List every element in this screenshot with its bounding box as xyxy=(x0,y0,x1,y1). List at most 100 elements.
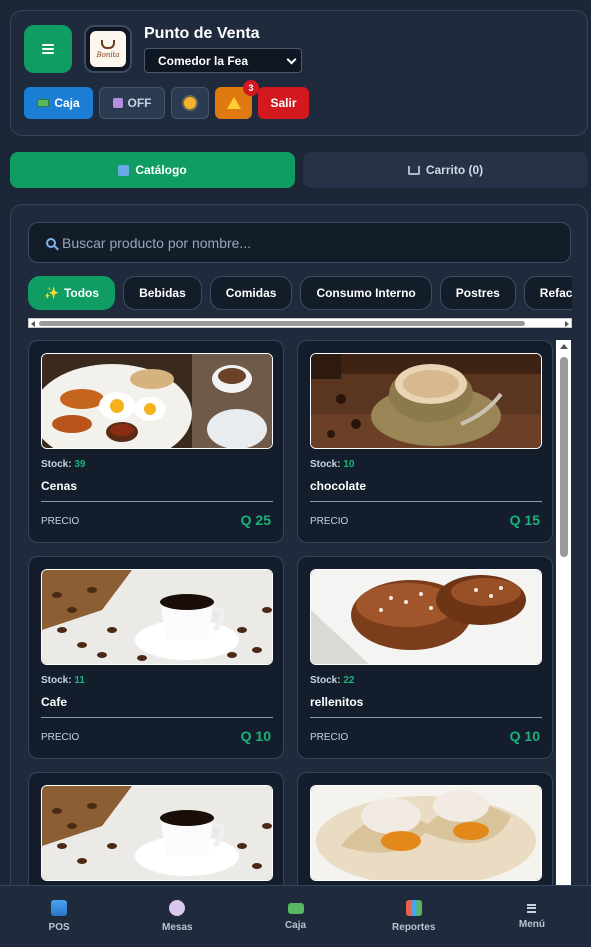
product-card[interactable]: Stock: 22 rellenitos PRECIO Q 10 xyxy=(297,556,553,759)
divider xyxy=(310,717,542,718)
product-name: Cafe xyxy=(41,695,68,709)
search-input[interactable] xyxy=(62,234,542,251)
search-box[interactable] xyxy=(28,222,571,263)
scroll-up-arrow-icon[interactable] xyxy=(560,344,568,349)
theme-toggle-button[interactable] xyxy=(171,87,209,119)
category-chip-label: Comidas xyxy=(225,286,277,300)
shopping-bag-icon xyxy=(51,900,68,916)
plate-icon xyxy=(169,900,186,916)
logout-button[interactable]: Salir xyxy=(258,87,309,119)
nav-item-caja[interactable]: Caja xyxy=(236,886,354,947)
product-card[interactable]: Stock: 39 Cenas PRECIO Q 25 xyxy=(28,340,284,543)
location-select[interactable]: Comedor la Fea xyxy=(144,48,302,73)
warning-icon xyxy=(226,97,241,109)
nav-item-reportes[interactable]: Reportes xyxy=(355,886,473,947)
nav-item-label: Reportes xyxy=(392,922,436,933)
product-price: Q 15 xyxy=(509,512,540,528)
shopping-bags-icon xyxy=(118,164,130,176)
divider xyxy=(41,717,273,718)
product-card[interactable] xyxy=(297,772,553,886)
hamburger-icon xyxy=(42,44,54,54)
nav-item-label: Menú xyxy=(518,918,545,930)
product-image xyxy=(41,569,273,665)
search-icon xyxy=(46,237,56,248)
tab-catalog-label: Catálogo xyxy=(135,163,187,177)
product-card[interactable]: Stock: 10 chocolate PRECIO Q 15 xyxy=(297,340,553,543)
hamburger-icon xyxy=(527,903,537,913)
price-label: PRECIO xyxy=(41,516,80,527)
product-image xyxy=(310,569,542,665)
nav-item-pos[interactable]: POS xyxy=(0,886,118,947)
tab-cart[interactable]: Carrito (0) xyxy=(303,152,588,188)
location-select-value: Comedor la Fea xyxy=(158,53,249,68)
nav-item-mesas[interactable]: Mesas xyxy=(118,886,236,947)
product-name: chocolate xyxy=(310,479,367,493)
nav-item-label: Mesas xyxy=(162,922,193,933)
product-stock: Stock: 22 xyxy=(310,675,355,686)
sparkles-icon: ✨ xyxy=(44,286,59,300)
nav-item-menu[interactable]: Menú xyxy=(473,886,591,947)
coffee-cup-icon xyxy=(101,39,115,49)
price-label: PRECIO xyxy=(310,516,349,527)
product-name: Cenas xyxy=(41,479,78,493)
category-chip-label: Postres xyxy=(455,286,500,300)
category-filter-bar: ✨ Todos Bebidas Comidas Consumo Interno … xyxy=(28,276,572,310)
product-stock: Stock: 10 xyxy=(310,459,355,470)
product-image xyxy=(41,785,273,881)
app-title: Punto de Venta xyxy=(144,25,260,42)
category-chip-label: Refacciones xyxy=(539,286,572,300)
price-label: PRECIO xyxy=(41,732,80,743)
alert-count-badge: 3 xyxy=(243,80,259,96)
product-card[interactable] xyxy=(28,772,284,886)
divider xyxy=(41,501,273,502)
category-chip-bebidas[interactable]: Bebidas xyxy=(123,276,202,310)
divider xyxy=(310,501,542,502)
printer-toggle-label: OFF xyxy=(127,96,152,110)
logo: Bonita xyxy=(84,25,132,73)
category-chip-refacciones[interactable]: Refacciones xyxy=(523,276,572,310)
printer-toggle-button[interactable]: OFF xyxy=(99,87,165,119)
product-image xyxy=(41,353,273,449)
product-price: Q 10 xyxy=(509,728,540,744)
nav-item-label: Caja xyxy=(284,919,307,931)
catalog-panel: ✨ Todos Bebidas Comidas Consumo Interno … xyxy=(10,204,588,947)
scroll-right-arrow-icon[interactable] xyxy=(565,321,569,327)
product-image xyxy=(310,353,542,449)
sun-icon xyxy=(184,97,196,109)
category-chip-label: Bebidas xyxy=(139,286,186,300)
category-chip-postres[interactable]: Postres xyxy=(439,276,516,310)
cart-icon xyxy=(407,165,420,175)
money-icon xyxy=(37,99,50,107)
tab-catalog[interactable]: Catálogo xyxy=(10,152,295,188)
caja-button-label: Caja xyxy=(54,96,80,110)
alerts-button[interactable]: 3 xyxy=(215,80,259,119)
category-chip-consumo-interno[interactable]: Consumo Interno xyxy=(300,276,432,310)
nav-item-label: POS xyxy=(48,922,70,933)
printer-icon xyxy=(112,98,123,108)
header-panel: Bonita Punto de Venta Comedor la Fea Caj… xyxy=(10,10,588,136)
product-vertical-scrollbar[interactable] xyxy=(556,340,571,886)
product-grid: Stock: 39 Cenas PRECIO Q 25 Stock: 10 ch… xyxy=(28,340,556,886)
category-chip-comidas[interactable]: Comidas xyxy=(209,276,293,310)
scrollbar-thumb[interactable] xyxy=(560,357,568,557)
category-horizontal-scrollbar[interactable] xyxy=(28,318,572,328)
product-card[interactable]: Stock: 11 Cafe PRECIO Q 10 xyxy=(28,556,284,759)
chevron-down-icon xyxy=(286,54,297,65)
category-chip-label: Consumo Interno xyxy=(316,286,416,300)
menu-button[interactable] xyxy=(24,25,72,73)
logo-text: Bonita xyxy=(96,50,120,59)
category-chip-todos[interactable]: ✨ Todos xyxy=(28,276,116,310)
bottom-navigation: POS Mesas Caja Reportes Menú xyxy=(0,885,591,947)
product-image xyxy=(310,785,542,881)
tab-cart-label: Carrito (0) xyxy=(425,163,484,177)
logout-button-label: Salir xyxy=(270,96,297,110)
money-icon xyxy=(287,902,304,914)
product-name: rellenitos xyxy=(310,695,364,709)
product-stock: Stock: 11 xyxy=(41,675,85,686)
scrollbar-thumb[interactable] xyxy=(39,321,525,326)
bar-chart-icon xyxy=(405,900,422,916)
caja-button[interactable]: Caja xyxy=(24,87,93,119)
scroll-left-arrow-icon[interactable] xyxy=(31,321,35,327)
product-price: Q 25 xyxy=(240,512,271,528)
category-chip-label: Todos xyxy=(63,286,100,300)
